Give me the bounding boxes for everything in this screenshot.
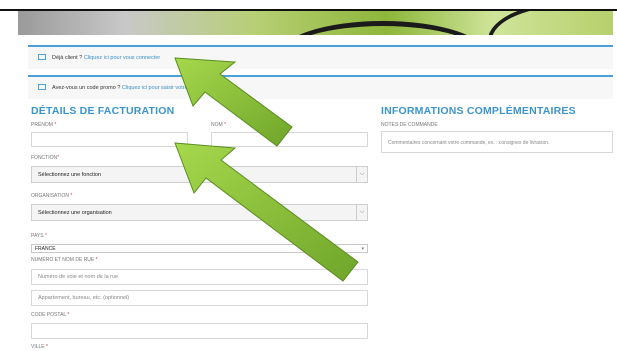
arrow-upper bbox=[174, 57, 293, 147]
annotation-arrows bbox=[174, 57, 359, 282]
arrow-lower bbox=[174, 142, 359, 282]
